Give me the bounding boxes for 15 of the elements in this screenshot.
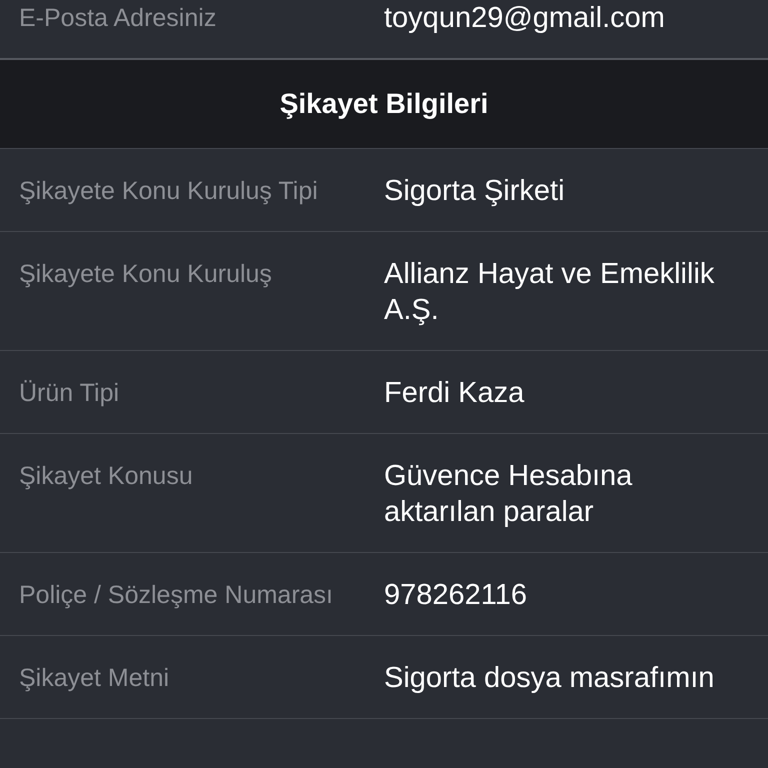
field-value: 978262116	[384, 578, 528, 613]
section-title: Şikayet Bilgileri	[280, 88, 488, 120]
field-value: Allianz Hayat ve Emeklilik A.Ş.	[384, 257, 716, 328]
field-value: toyqun29@gmail.com	[384, 1, 666, 36]
field-label: Şikayet Konusu	[19, 461, 194, 492]
field-value: Sigorta dosya masrafımın	[384, 661, 716, 696]
field-value: Güvence Hesabına aktarılan paralar	[384, 459, 634, 530]
field-label: Şikayet Metni	[19, 663, 170, 694]
field-value: Ferdi Kaza	[384, 376, 526, 411]
field-label: Poliçe / Sözleşme Numarası	[19, 580, 334, 611]
field-value: Sigorta Şirketi	[384, 174, 566, 209]
field-label: Şikayete Konu Kuruluş	[19, 259, 273, 290]
field-label: Şikayete Konu Kuruluş Tipi	[19, 176, 319, 207]
field-label: Ürün Tipi	[19, 378, 120, 409]
field-label: E-Posta Adresiniz	[19, 3, 218, 34]
